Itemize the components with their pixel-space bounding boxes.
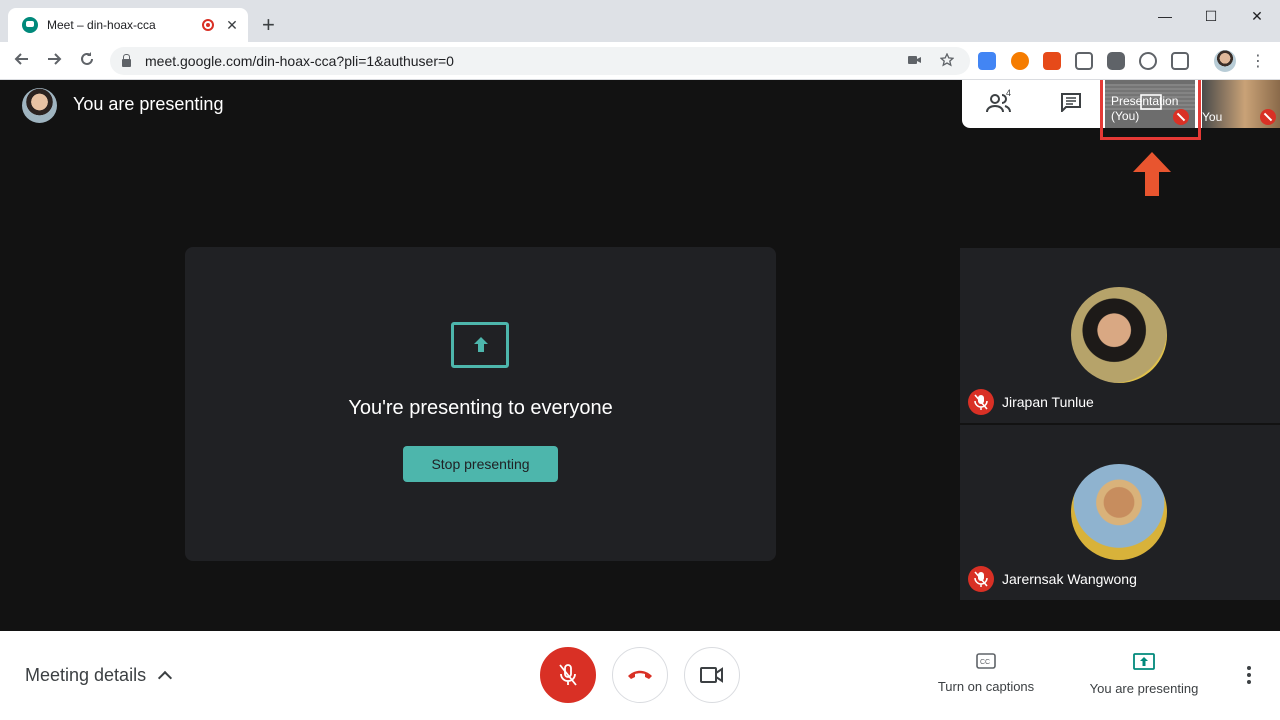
tab-close-icon[interactable]: ✕ <box>224 17 240 34</box>
annotation-highlight-box <box>1100 80 1201 140</box>
chevron-up-icon <box>158 670 173 686</box>
meeting-details-label: Meeting details <box>25 665 147 685</box>
present-screen-icon <box>451 322 509 368</box>
address-bar[interactable]: meet.google.com/din-hoax-cca?pli=1&authu… <box>110 47 970 75</box>
browser-tab-meet[interactable]: Meet – din-hoax-cca ✕ <box>8 8 248 42</box>
window-maximize-button[interactable]: ☐ <box>1188 4 1234 28</box>
bookmark-star-icon[interactable] <box>939 52 955 70</box>
browser-tabstrip: Meet – din-hoax-cca ✕ + — ☐ ✕ <box>0 0 1280 42</box>
participant-tile[interactable]: Jarernsak Wangwong <box>960 425 1280 600</box>
back-arrow-icon[interactable] <box>10 49 34 73</box>
chat-extension-icon[interactable] <box>1107 52 1125 70</box>
participant-name: Jirapan Tunlue <box>1002 394 1094 410</box>
lock-icon[interactable] <box>122 54 131 67</box>
self-view-label: You <box>1202 110 1223 124</box>
annotation-arrow-up-icon <box>1133 152 1171 196</box>
c-extension-icon[interactable] <box>1171 52 1189 70</box>
browser-toolbar: meet.google.com/din-hoax-cca?pli=1&authu… <box>0 42 1280 80</box>
captions-button[interactable]: CC Turn on captions <box>930 653 1042 694</box>
chat-button[interactable] <box>1060 92 1084 116</box>
red-extension-icon[interactable] <box>1043 52 1061 70</box>
hang-up-icon <box>628 670 652 679</box>
code-extension-icon[interactable] <box>1139 52 1157 70</box>
tab-title: Meet – din-hoax-cca <box>47 18 156 32</box>
microphone-toggle-button[interactable] <box>540 647 596 703</box>
camera-toggle-button[interactable] <box>684 647 740 703</box>
window-minimize-button[interactable]: — <box>1142 4 1188 28</box>
participant-muted-icon <box>968 566 994 592</box>
meeting-details-button[interactable]: Meeting details <box>25 665 173 686</box>
profile-avatar[interactable] <box>1214 50 1236 72</box>
participant-name: Jarernsak Wangwong <box>1002 571 1137 587</box>
stop-presenting-button[interactable]: Stop presenting <box>403 446 558 482</box>
participant-muted-icon <box>968 389 994 415</box>
presenting-status-label: You are presenting <box>1089 681 1199 696</box>
presenting-message: You're presenting to everyone <box>348 397 613 419</box>
recording-indicator-icon <box>202 19 214 31</box>
meet-stage: You are presenting You're presenting to … <box>0 80 1280 720</box>
closed-captions-icon: CC <box>976 653 996 669</box>
meeting-controls-bar: Meeting details CC Turn on captions You … <box>0 631 1280 720</box>
url-text: meet.google.com/din-hoax-cca?pli=1&authu… <box>145 53 454 69</box>
present-screen-icon <box>1133 653 1155 670</box>
captions-label: Turn on captions <box>937 679 1035 694</box>
window-close-button[interactable]: ✕ <box>1234 4 1280 28</box>
mic-off-icon <box>559 664 577 686</box>
leave-call-button[interactable] <box>612 647 668 703</box>
translate-extension-icon[interactable] <box>978 52 996 70</box>
meet-favicon-icon <box>22 17 38 33</box>
participant-avatar <box>1071 287 1167 383</box>
participant-tile[interactable]: Jirapan Tunlue <box>960 248 1280 423</box>
people-button[interactable]: 4 <box>986 88 1016 116</box>
self-muted-icon <box>1260 109 1276 125</box>
forward-arrow-icon[interactable] <box>42 49 66 73</box>
presenter-avatar <box>22 88 57 123</box>
camera-in-use-icon[interactable] <box>908 53 922 70</box>
video-camera-icon <box>700 667 723 683</box>
presenter-title: You are presenting <box>73 94 224 114</box>
svg-text:CC: CC <box>980 659 990 666</box>
orange-extension-icon[interactable] <box>1011 52 1029 70</box>
screenshot-extension-icon[interactable] <box>1075 52 1093 70</box>
new-tab-button[interactable]: + <box>262 12 275 38</box>
chat-icon <box>1061 93 1081 114</box>
chrome-menu-icon[interactable]: ⋮ <box>1250 51 1266 71</box>
presenting-status-button[interactable]: You are presenting <box>1084 653 1204 696</box>
self-view-thumbnail[interactable]: You <box>1202 80 1280 128</box>
more-options-icon[interactable] <box>1240 664 1258 688</box>
reload-icon[interactable] <box>75 49 99 73</box>
presenting-card: You're presenting to everyone Stop prese… <box>185 247 776 561</box>
participant-avatar <box>1071 464 1167 560</box>
people-count: 4 <box>1006 88 1012 98</box>
